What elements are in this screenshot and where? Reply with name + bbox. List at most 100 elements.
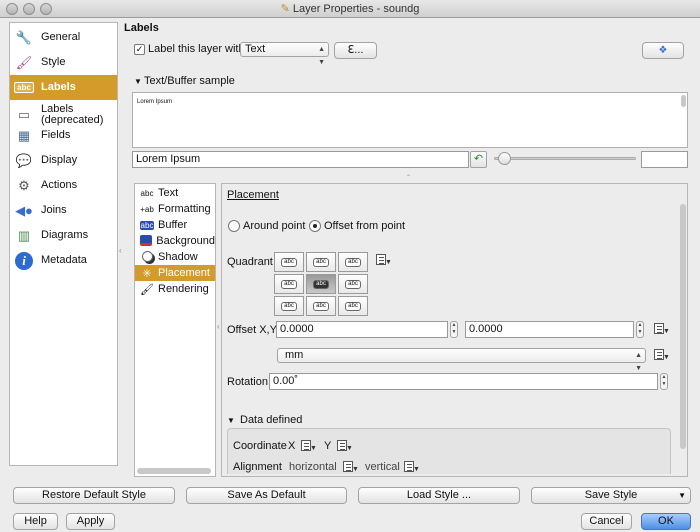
sidebar-item-style[interactable]: 🖌 Style: [10, 50, 117, 75]
quadrant-cell-text: abc: [313, 301, 329, 311]
tab-label: Formatting: [158, 203, 211, 215]
nav-horizontal-scrollbar[interactable]: [137, 468, 211, 474]
data-defined-quadrant-icon[interactable]: ▼: [376, 253, 392, 267]
quadrant-cell-right[interactable]: abc: [338, 274, 368, 294]
sidebar-item-label: Diagrams: [41, 229, 89, 241]
sample-scrollbar[interactable]: [681, 95, 686, 107]
sidebar-item-label: Actions: [41, 179, 78, 191]
tab-buffer[interactable]: abc Buffer: [135, 217, 215, 233]
chevron-down-icon: ▼: [678, 491, 686, 500]
quadrant-cell-text: abc: [281, 257, 297, 267]
coordinate-label: Coordinate: [233, 440, 287, 452]
tab-text[interactable]: abc Text: [135, 185, 215, 201]
sidebar-item-general[interactable]: 🔧 General: [10, 25, 117, 50]
sidebar-item-fields[interactable]: ▦ Fields: [10, 123, 117, 148]
sidebar: 🔧 General 🖌 Style abc Labels ▭ Labels (d…: [9, 22, 118, 466]
label-toolbar-button[interactable]: ❖: [642, 42, 684, 59]
offset-x-spinner[interactable]: ▲ ▼: [450, 321, 458, 338]
sample-text-input[interactable]: Lorem Ipsum: [132, 151, 469, 168]
quadrant-cell-top-right[interactable]: abc: [338, 252, 368, 272]
label-this-layer-checkbox[interactable]: ✓: [134, 43, 145, 55]
restore-default-style-button[interactable]: Restore Default Style: [13, 487, 175, 504]
splitter-handle-top[interactable]: ⌃: [406, 174, 411, 181]
save-style-button[interactable]: Save Style ▼: [531, 487, 691, 504]
data-defined-offset-icon[interactable]: ▼: [654, 322, 670, 336]
expression-button[interactable]: ℇ...: [334, 42, 377, 59]
fields-table-icon: ▦: [17, 127, 31, 143]
sidebar-item-label: Display: [41, 154, 78, 166]
data-defined-section-header[interactable]: ▼ Data defined: [227, 414, 302, 426]
sidebar-item-label: Joins: [41, 204, 67, 216]
quadrant-cell-text: abc: [281, 279, 297, 289]
background-icon: [139, 234, 153, 248]
label-field-value: Text: [245, 43, 266, 55]
reset-arrow-icon: ↶: [473, 153, 484, 165]
sidebar-item-joins[interactable]: ◀● Joins: [10, 198, 117, 223]
around-point-option[interactable]: Around point: [228, 220, 305, 232]
apply-button[interactable]: Apply: [66, 513, 115, 530]
reset-sample-button[interactable]: ↶: [470, 151, 487, 168]
sample-background-color[interactable]: [641, 151, 688, 168]
sample-zoom-slider[interactable]: [494, 157, 636, 160]
tab-placement[interactable]: ✳ Placement: [135, 265, 215, 281]
offset-from-point-option[interactable]: Offset from point: [309, 220, 405, 232]
sample-section-title: Text/Buffer sample: [144, 75, 235, 87]
quadrant-cell-bottom[interactable]: abc: [306, 296, 336, 316]
data-defined-unit-icon[interactable]: ▼: [654, 348, 670, 362]
offset-x-input[interactable]: 0.0000: [276, 321, 448, 338]
sample-section-header[interactable]: ▼ Text/Buffer sample: [134, 75, 235, 87]
offset-y-input[interactable]: 0.0000: [465, 321, 634, 338]
offset-from-point-radio[interactable]: [309, 220, 321, 232]
rotation-spinner[interactable]: ▲ ▼: [660, 373, 668, 390]
text-abc-icon: abc: [140, 188, 154, 198]
label-field-combo[interactable]: Text ▲ ▼: [240, 42, 329, 66]
offset-y-spinner[interactable]: ▲ ▼: [636, 321, 644, 338]
sidebar-item-metadata[interactable]: i Metadata: [10, 248, 117, 273]
sidebar-item-labels[interactable]: abc Labels: [10, 75, 117, 100]
quadrant-cell-left[interactable]: abc: [274, 274, 304, 294]
quadrant-cell-top[interactable]: abc: [306, 252, 336, 272]
quadrant-cell-bottom-right[interactable]: abc: [338, 296, 368, 316]
load-style-button[interactable]: Load Style ...: [358, 487, 520, 504]
buffer-icon: abc: [139, 220, 155, 230]
paintbrush-icon: 🖌: [15, 54, 33, 70]
splitter-handle-middle[interactable]: ‹: [217, 322, 220, 331]
sidebar-item-diagrams[interactable]: ▥ Diagrams: [10, 223, 117, 248]
sample-zoom-slider-handle[interactable]: [498, 152, 511, 165]
tab-shadow[interactable]: Shadow: [135, 249, 215, 265]
tab-rendering[interactable]: 🖌 Rendering: [135, 281, 215, 297]
label-this-layer-row: ✓ Label this layer with: [134, 43, 245, 55]
ok-button[interactable]: OK: [641, 513, 691, 530]
help-button[interactable]: Help: [13, 513, 58, 530]
sidebar-item-display[interactable]: 💬 Display: [10, 148, 117, 173]
around-point-radio[interactable]: [228, 220, 240, 232]
collapse-triangle-icon: ▼: [134, 76, 142, 86]
save-as-default-button[interactable]: Save As Default: [186, 487, 347, 504]
page-title: Labels: [124, 22, 159, 34]
formatting-icon: +ab: [140, 204, 154, 214]
close-window-button[interactable]: [6, 3, 18, 15]
data-defined-coord-x-icon[interactable]: ▼: [301, 439, 317, 453]
coord-y-label: Y: [324, 440, 332, 452]
splitter-handle-left[interactable]: ‹: [119, 246, 122, 255]
quadrant-cell-bottom-left[interactable]: abc: [274, 296, 304, 316]
tab-formatting[interactable]: +ab Formatting: [135, 201, 215, 217]
zoom-window-button[interactable]: [40, 3, 52, 15]
coord-x-label: X: [288, 440, 296, 452]
offset-unit-combo[interactable]: mm ▲ ▼: [277, 348, 646, 372]
quadrant-cell-center[interactable]: abc: [306, 274, 336, 294]
placement-icon: ✳: [142, 267, 152, 280]
rotation-input[interactable]: 0.00˚: [269, 373, 658, 390]
cancel-button[interactable]: Cancel: [581, 513, 632, 530]
sidebar-item-actions[interactable]: ⚙ Actions: [10, 173, 117, 198]
data-defined-vertical-icon[interactable]: ▼: [404, 460, 420, 474]
data-defined-coord-y-icon[interactable]: ▼: [337, 439, 353, 453]
placement-scrollbar[interactable]: [680, 204, 686, 449]
offset-label: Offset X,Y: [227, 324, 277, 336]
rotation-label: Rotation: [227, 376, 268, 388]
tab-label: Text: [158, 187, 179, 199]
data-defined-horizontal-icon[interactable]: ▼: [343, 460, 359, 474]
tab-background[interactable]: Background: [135, 233, 215, 249]
quadrant-cell-top-left[interactable]: abc: [274, 252, 304, 272]
minimize-window-button[interactable]: [23, 3, 35, 15]
